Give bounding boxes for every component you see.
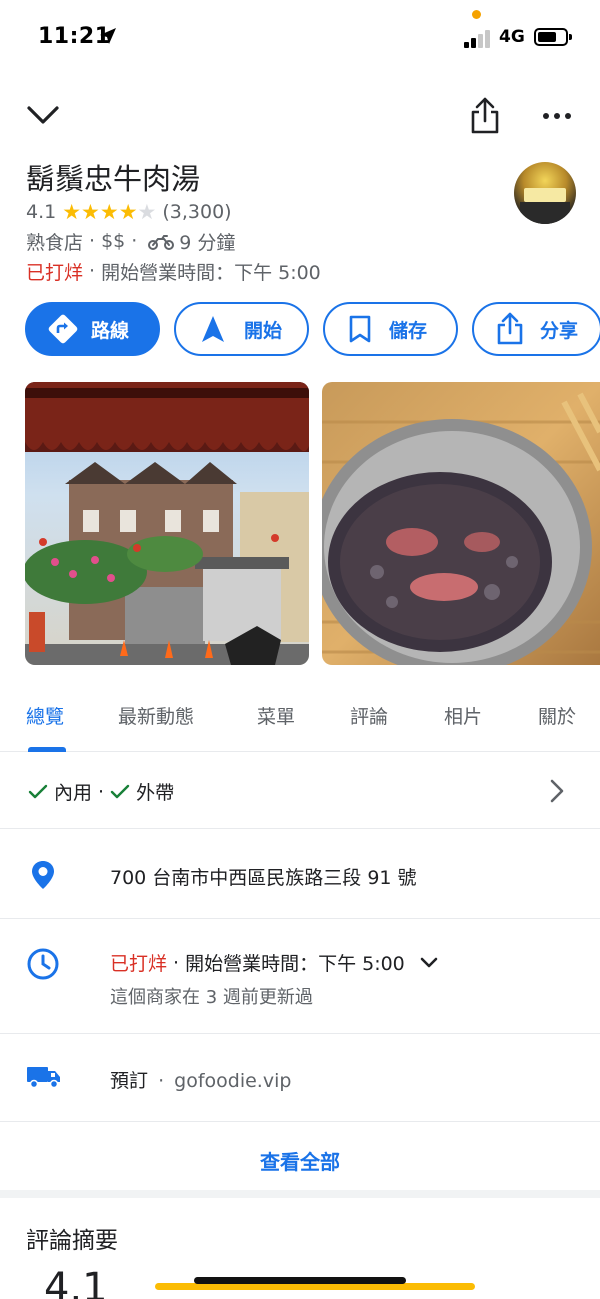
tab-bar: 總覽 最新動態 菜單 評論 相片 關於 bbox=[0, 690, 600, 752]
order-row[interactable]: 預訂 · gofoodie.vip bbox=[0, 1034, 600, 1122]
location-pin-icon bbox=[32, 861, 54, 889]
truck-icon bbox=[27, 1067, 60, 1089]
rating-bar bbox=[155, 1283, 475, 1290]
opening-time: 開始營業時間：下午 5:00 bbox=[101, 261, 321, 284]
share-button[interactable]: 分享 bbox=[472, 302, 600, 356]
closed-status: 已打烊 bbox=[110, 953, 168, 975]
separator: · bbox=[131, 230, 138, 252]
clock-icon bbox=[27, 948, 59, 980]
rating-row[interactable]: 4.1 ★ ★ ★ ★ ★ (3,300) bbox=[26, 200, 232, 224]
review-summary-title: 評論摘要 bbox=[26, 1228, 118, 1254]
star-icon: ★ bbox=[81, 199, 100, 224]
service-options-row[interactable]: 內用 · 外帶 bbox=[0, 752, 600, 829]
takeout-label: 外帶 bbox=[136, 782, 175, 804]
tab-overview[interactable]: 總覽 bbox=[26, 702, 64, 729]
more-icon[interactable] bbox=[540, 104, 574, 128]
order-label: 預訂 bbox=[110, 1070, 149, 1092]
chevron-down-icon[interactable] bbox=[26, 100, 60, 130]
star-icon: ★ bbox=[118, 199, 138, 224]
opening-time: 開始營業時間：下午 5:00 bbox=[185, 953, 405, 975]
star-icon: ★ bbox=[62, 199, 82, 224]
rating-value: 4.1 bbox=[26, 201, 57, 223]
tab-photos[interactable]: 相片 bbox=[444, 702, 482, 729]
separator: · bbox=[98, 780, 105, 803]
place-thumbnail[interactable] bbox=[514, 162, 576, 224]
category: 熟食店 bbox=[26, 231, 84, 254]
chevron-right-icon bbox=[550, 779, 564, 803]
motorcycle-icon bbox=[148, 235, 175, 250]
network-label: 4G bbox=[499, 27, 525, 47]
address-text: 700 台南市中西區民族路三段 91 號 bbox=[110, 867, 417, 889]
privacy-indicator-dot bbox=[472, 10, 481, 19]
share-icon[interactable] bbox=[468, 96, 502, 136]
closed-status: 已打烊 bbox=[26, 261, 84, 284]
star-icon: ★ bbox=[137, 199, 157, 224]
check-icon bbox=[110, 784, 130, 798]
location-arrow-icon bbox=[100, 28, 116, 44]
navigation-icon bbox=[202, 316, 224, 342]
tab-menu[interactable]: 菜單 bbox=[257, 702, 295, 729]
price-level: $$ bbox=[101, 230, 126, 252]
start-label: 開始 bbox=[244, 319, 283, 342]
order-site-link[interactable]: gofoodie.vip bbox=[174, 1070, 291, 1092]
service-options: 內用 · 外帶 bbox=[28, 778, 174, 805]
save-button[interactable]: 儲存 bbox=[323, 302, 458, 356]
home-indicator[interactable] bbox=[194, 1277, 406, 1284]
star-icon: ★ bbox=[99, 199, 119, 224]
hours-summary[interactable]: 已打烊 · 開始營業時間：下午 5:00 bbox=[26, 258, 321, 284]
separator: · bbox=[173, 951, 180, 974]
see-all-button[interactable]: 查看全部 bbox=[0, 1146, 600, 1175]
battery-icon bbox=[534, 28, 572, 46]
chevron-down-icon[interactable] bbox=[419, 956, 439, 970]
hours-row[interactable]: 已打烊 · 開始營業時間：下午 5:00 這個商家在 3 週前更新過 bbox=[0, 919, 600, 1034]
hours-updated-note: 這個商家在 3 週前更新過 bbox=[110, 987, 313, 1008]
tab-reviews[interactable]: 評論 bbox=[350, 702, 388, 729]
see-all-row: 查看全部 bbox=[0, 1122, 600, 1198]
review-count: (3,300) bbox=[162, 201, 232, 223]
order-text: 預訂 · gofoodie.vip bbox=[110, 1066, 291, 1093]
storefront-photo[interactable] bbox=[25, 382, 309, 665]
info-row: 熟食店 · $$ · 9 分鐘 bbox=[26, 228, 235, 254]
rating-stars: ★ ★ ★ ★ ★ bbox=[62, 199, 157, 224]
hours-status-line: 已打烊 · 開始營業時間：下午 5:00 bbox=[110, 949, 439, 976]
status-bar: 11:21 4G bbox=[0, 0, 600, 78]
start-button[interactable]: 開始 bbox=[174, 302, 309, 356]
directions-label: 路線 bbox=[91, 319, 130, 342]
action-buttons: 路線 開始 儲存 分享 bbox=[25, 302, 600, 356]
directions-button[interactable]: 路線 bbox=[25, 302, 160, 356]
tab-updates[interactable]: 最新動態 bbox=[118, 702, 194, 729]
review-summary-score: 4.1 bbox=[44, 1268, 108, 1299]
beef-soup-photo[interactable] bbox=[322, 382, 600, 665]
travel-time: 9 分鐘 bbox=[179, 231, 236, 254]
dine-in-label: 內用 bbox=[54, 782, 93, 804]
separator: · bbox=[89, 260, 96, 282]
tab-about[interactable]: 關於 bbox=[538, 702, 576, 729]
place-title: 鬍鬚忠牛肉湯 bbox=[26, 162, 201, 196]
share-icon bbox=[497, 312, 523, 345]
separator: · bbox=[89, 230, 96, 252]
share-label: 分享 bbox=[540, 319, 579, 342]
directions-icon bbox=[48, 314, 78, 344]
separator: · bbox=[158, 1070, 165, 1092]
signal-icon bbox=[464, 28, 492, 48]
save-label: 儲存 bbox=[389, 319, 428, 342]
bookmark-icon bbox=[349, 315, 371, 343]
check-icon bbox=[28, 784, 48, 798]
address-row[interactable]: 700 台南市中西區民族路三段 91 號 bbox=[0, 829, 600, 919]
